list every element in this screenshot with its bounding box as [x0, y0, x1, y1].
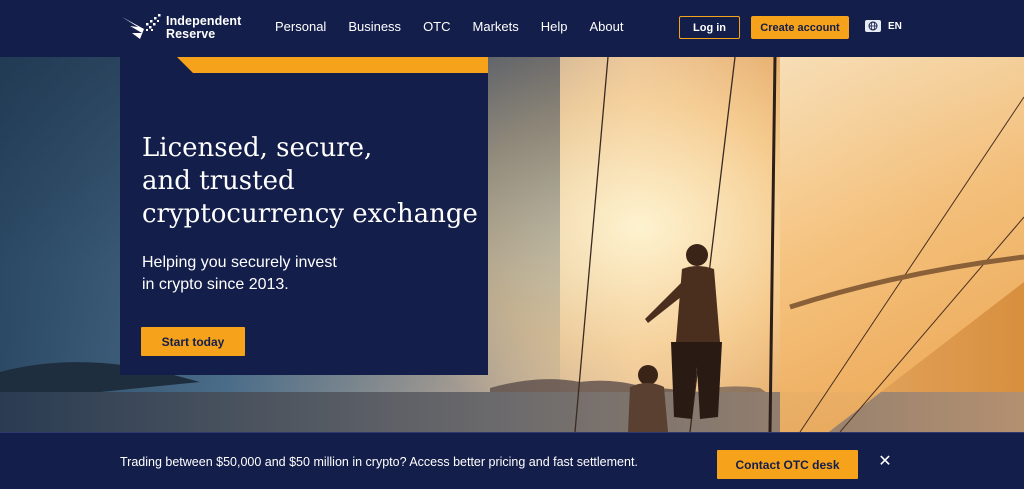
subhead-line: Helping you securely invest	[142, 254, 337, 271]
globe-icon	[865, 20, 881, 32]
subhead-line: in crypto since 2013.	[142, 276, 289, 293]
login-button[interactable]: Log in	[679, 16, 740, 39]
otc-banner: Trading between $50,000 and $50 million …	[0, 432, 1024, 489]
close-icon[interactable]: ✕	[878, 454, 892, 470]
nav-item-personal[interactable]: Personal	[275, 19, 326, 34]
headline-line: Licensed, secure,	[142, 133, 373, 163]
hero-subheading: Helping you securely invest in crypto si…	[142, 252, 337, 296]
headline-line: cryptocurrency exchange	[142, 199, 478, 229]
main-menu: Personal Business OTC Markets Help About	[275, 19, 645, 34]
nav-item-about[interactable]: About	[590, 19, 624, 34]
language-selector[interactable]: EN	[865, 20, 902, 32]
eagle-logo-icon	[122, 14, 161, 39]
start-today-button[interactable]: Start today	[141, 327, 245, 356]
otc-banner-text: Trading between $50,000 and $50 million …	[120, 455, 638, 469]
nav-item-otc[interactable]: OTC	[423, 19, 450, 34]
contact-otc-desk-button[interactable]: Contact OTC desk	[717, 450, 858, 479]
hero-headline: Licensed, secure, and trusted cryptocurr…	[142, 132, 482, 231]
card-accent-stripe	[177, 57, 488, 73]
nav-item-business[interactable]: Business	[348, 19, 401, 34]
headline-line: and trusted	[142, 166, 295, 196]
nav-item-markets[interactable]: Markets	[473, 19, 519, 34]
create-account-button[interactable]: Create account	[751, 16, 849, 39]
brand-name: Independent Reserve	[166, 15, 241, 41]
brand-line2: Reserve	[166, 27, 216, 41]
brand-logo[interactable]: Independent Reserve	[120, 12, 250, 44]
hero-card: Licensed, secure, and trusted cryptocurr…	[120, 57, 488, 375]
nav-item-help[interactable]: Help	[541, 19, 568, 34]
language-label: EN	[888, 20, 902, 32]
top-navigation: Independent Reserve Personal Business OT…	[0, 0, 1024, 57]
